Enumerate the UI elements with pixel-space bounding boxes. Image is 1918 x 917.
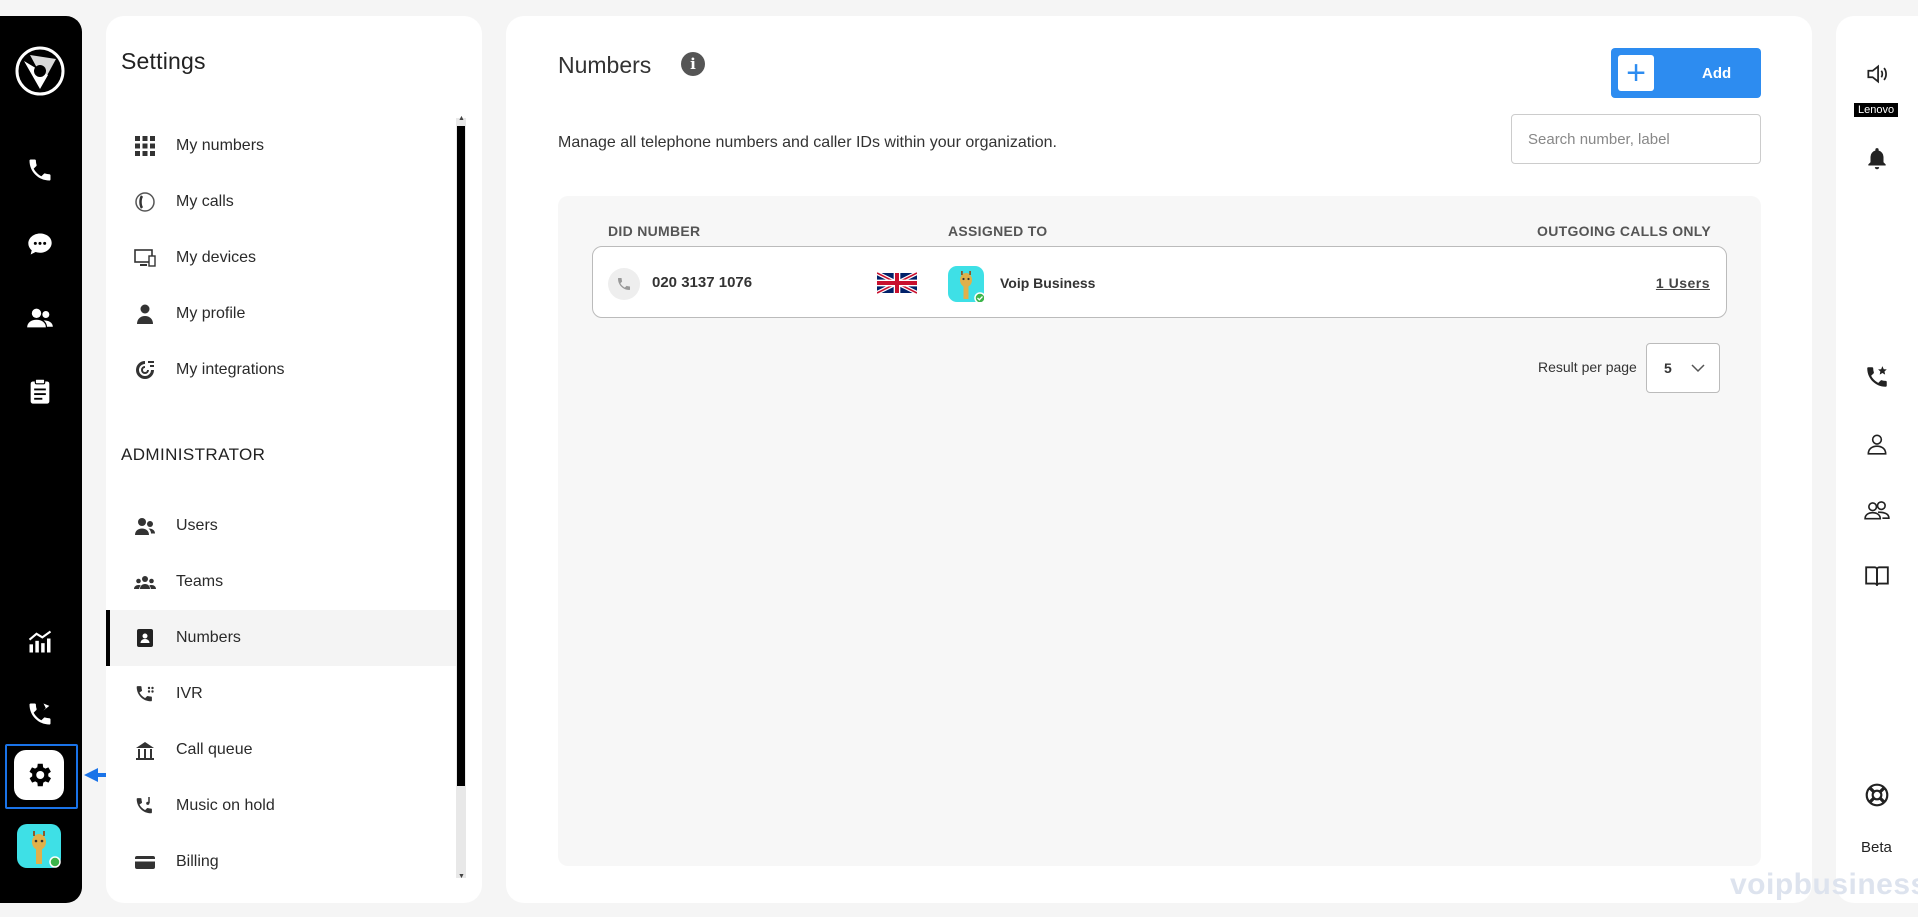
chat-icon[interactable]: [22, 226, 58, 262]
analytics-icon[interactable]: [22, 624, 58, 660]
assigned-to-name: Voip Business: [1000, 275, 1096, 291]
menu-item-users[interactable]: Users: [106, 498, 456, 554]
beta-label: Beta: [1861, 839, 1892, 856]
settings-button[interactable]: [14, 750, 64, 800]
column-header-assigned-to[interactable]: ASSIGNED TO: [948, 223, 1048, 239]
numbers-table: DID NUMBER ASSIGNED TO OUTGOING CALLS ON…: [558, 196, 1761, 866]
chevron-down-icon: [1691, 364, 1705, 373]
notes-icon[interactable]: [22, 374, 58, 410]
menu-item-label: My profile: [176, 305, 246, 322]
search-input[interactable]: [1511, 114, 1761, 164]
table-row[interactable]: 020 3137 1076 Voip Business 1 Users: [592, 246, 1727, 318]
favorite-calls-icon[interactable]: [1857, 357, 1897, 397]
billing-icon: [134, 851, 156, 873]
menu-item-billing[interactable]: Billing: [106, 834, 456, 890]
settings-panel: Settings My numbers My calls My devices …: [106, 16, 482, 903]
menu-item-label: My numbers: [176, 137, 265, 154]
menu-item-teams[interactable]: Teams: [106, 554, 456, 610]
profile-icon: [134, 303, 156, 325]
teams-icon: [134, 571, 156, 593]
grid-icon: [134, 135, 156, 157]
menu-item-label: Users: [176, 517, 218, 534]
page-description: Manage all telephone numbers and caller …: [558, 134, 1057, 151]
menu-item-label: Music on hold: [176, 797, 275, 814]
app-logo-icon[interactable]: [14, 45, 66, 97]
scroll-down-icon[interactable]: ▼: [458, 873, 465, 880]
integrations-icon: [134, 359, 156, 381]
outgoing-users-link[interactable]: 1 Users: [1656, 275, 1710, 291]
menu-item-my-profile[interactable]: My profile: [106, 286, 456, 342]
menu-item-label: My integrations: [176, 361, 285, 378]
numbers-icon: [134, 627, 156, 649]
contacts-icon[interactable]: [22, 300, 58, 336]
ivr-icon: [134, 683, 156, 705]
plus-icon: +: [1618, 55, 1654, 91]
menu-item-my-devices[interactable]: My devices: [106, 230, 456, 286]
left-nav-rail: [0, 16, 82, 903]
menu-item-label: My calls: [176, 193, 234, 210]
menu-item-ivr[interactable]: IVR: [106, 666, 456, 722]
speaker-icon[interactable]: [1857, 54, 1897, 94]
menu-item-label: Billing: [176, 853, 219, 870]
device-label: Lenovo: [1854, 103, 1899, 117]
menu-item-call-queue[interactable]: Call queue: [106, 722, 456, 778]
menu-item-label: Teams: [176, 573, 224, 590]
admin-menu: Users Teams Numbers IVR Call queue Music…: [106, 498, 456, 890]
calls-icon: [134, 191, 156, 213]
help-lifebuoy-icon[interactable]: [1857, 775, 1897, 815]
call-center-icon[interactable]: [22, 696, 58, 732]
numbers-panel: Numbers i Manage all telephone numbers a…: [506, 16, 1812, 903]
menu-item-label: IVR: [176, 685, 203, 702]
gear-icon: [29, 763, 52, 787]
menu-item-music-on-hold[interactable]: Music on hold: [106, 778, 456, 834]
column-header-did-number[interactable]: DID NUMBER: [608, 223, 700, 239]
menu-item-my-integrations[interactable]: My integrations: [106, 342, 456, 398]
page-title: Numbers: [558, 52, 652, 78]
scrollbar-thumb[interactable]: [457, 126, 465, 786]
menu-item-numbers[interactable]: Numbers: [106, 610, 456, 666]
menu-item-my-calls[interactable]: My calls: [106, 174, 456, 230]
right-rail: Lenovo Beta: [1836, 16, 1918, 903]
scroll-up-icon[interactable]: ▲: [458, 115, 465, 122]
phone-number-icon: [608, 268, 640, 300]
add-number-button[interactable]: + Add: [1611, 48, 1761, 98]
uk-flag-icon: [877, 272, 917, 294]
menu-item-label: Numbers: [176, 629, 241, 646]
settings-scrollbar[interactable]: ▲ ▼: [456, 115, 466, 880]
result-per-page-select[interactable]: 5: [1646, 343, 1720, 393]
did-number: 020 3137 1076: [652, 274, 753, 291]
bell-icon[interactable]: [1857, 139, 1897, 179]
devices-icon: [134, 247, 156, 269]
user-avatar[interactable]: [17, 824, 61, 868]
add-button-label: Add: [1702, 64, 1732, 82]
menu-item-label: My devices: [176, 249, 257, 266]
users-icon: [134, 515, 156, 537]
info-icon[interactable]: i: [681, 52, 705, 76]
result-per-page-value: 5: [1664, 360, 1672, 376]
settings-title: Settings: [121, 48, 206, 74]
brand-watermark: voipbusiness: [1730, 868, 1918, 901]
person-icon[interactable]: [1857, 424, 1897, 464]
personal-menu: My numbers My calls My devices My profil…: [106, 118, 456, 398]
group-icon[interactable]: [1857, 490, 1897, 530]
call-queue-icon: [134, 739, 156, 761]
column-header-outgoing-calls-only[interactable]: OUTGOING CALLS ONLY: [1537, 223, 1711, 239]
music-on-hold-icon: [134, 795, 156, 817]
menu-item-my-numbers[interactable]: My numbers: [106, 118, 456, 174]
result-per-page-label: Result per page: [1538, 359, 1637, 375]
assigned-avatar: [948, 266, 986, 304]
administrator-heading: ADMINISTRATOR: [121, 445, 266, 464]
phone-icon[interactable]: [22, 152, 58, 188]
menu-item-label: Call queue: [176, 741, 253, 758]
book-icon[interactable]: [1857, 556, 1897, 596]
